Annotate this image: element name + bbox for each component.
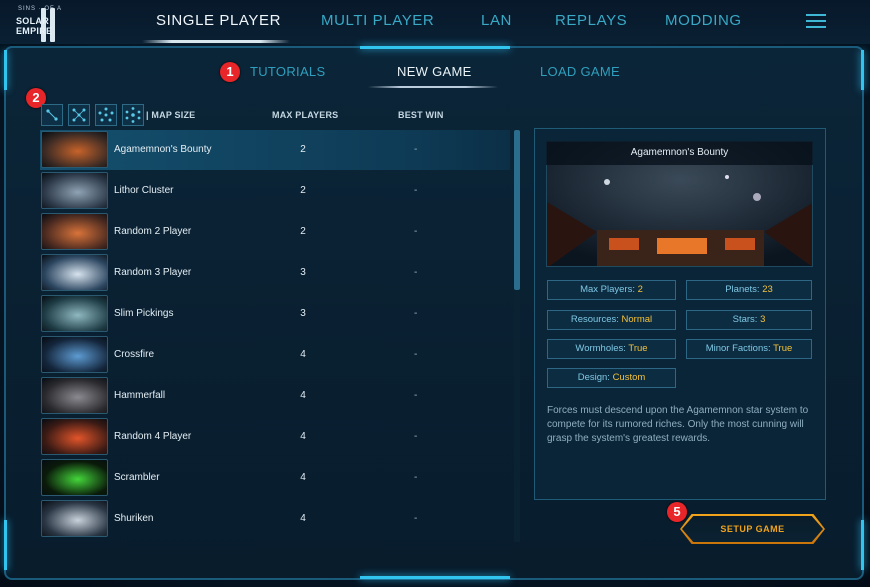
map-row[interactable]: Crossfire 4 - xyxy=(40,335,510,375)
top-navigation-bar: SINS · OF A SOLAR EMPIRE SINGLE PLAYER M… xyxy=(0,0,870,44)
map-max-players: 4 xyxy=(300,349,306,360)
map-name: Lithor Cluster xyxy=(114,185,174,196)
map-max-players: 3 xyxy=(300,267,306,278)
logo-small-text: SINS · OF A xyxy=(18,6,63,12)
map-thumbnail xyxy=(41,459,108,496)
map-thumbnail xyxy=(41,377,108,414)
map-name: Hammerfall xyxy=(114,390,166,401)
nav-lan[interactable]: LAN xyxy=(481,12,512,29)
map-name: Scrambler xyxy=(114,472,160,483)
map-row[interactable]: Random 3 Player 3 - xyxy=(40,253,510,293)
stat-wormholes: Wormholes: True xyxy=(547,339,676,359)
callout-badge-1: 1 xyxy=(220,62,240,82)
map-max-players: 2 xyxy=(300,185,306,196)
map-max-players: 4 xyxy=(300,513,306,524)
map-thumbnail xyxy=(41,336,108,373)
frame-glow-left-top xyxy=(4,50,7,90)
frame-glow-right-top xyxy=(861,50,864,90)
map-preview-title: Agamemnon's Bounty xyxy=(546,141,813,165)
stat-design: Design: Custom xyxy=(547,368,676,388)
tab-tutorials[interactable]: TUTORIALS xyxy=(250,64,325,79)
game-logo: SINS · OF A SOLAR EMPIRE xyxy=(10,4,88,42)
map-thumbnail xyxy=(41,500,108,537)
map-thumbnail xyxy=(41,418,108,455)
map-row[interactable]: Random 4 Player 4 - xyxy=(40,417,510,457)
nav-modding[interactable]: MODDING xyxy=(665,12,742,29)
stat-minor-factions: Minor Factions: True xyxy=(686,339,812,359)
map-description: Forces must descend upon the Agamemnon s… xyxy=(547,405,809,444)
map-best-win: - xyxy=(414,431,418,442)
tab-load-game[interactable]: LOAD GAME xyxy=(540,64,620,79)
tab-new-game[interactable]: NEW GAME xyxy=(397,64,472,79)
frame-glow-bottom xyxy=(360,576,510,579)
map-best-win: - xyxy=(414,390,418,401)
map-max-players: 4 xyxy=(300,472,306,483)
setup-game-button[interactable]: SETUP GAME xyxy=(680,514,825,544)
map-max-players: 4 xyxy=(300,390,306,401)
map-list: Agamemnon's Bounty 2- Lithor Cluster 2- Rand… xyxy=(40,130,510,542)
nav-replays[interactable]: REPLAYS xyxy=(555,12,627,29)
map-best-win: - xyxy=(414,144,418,155)
map-name: Agamemnon's Bounty xyxy=(114,144,212,155)
map-row[interactable]: Slim Pickings 3 - xyxy=(40,294,510,334)
nav-single-player[interactable]: SINGLE PLAYER xyxy=(156,12,281,29)
six-node-map-icon[interactable] xyxy=(95,104,117,126)
map-thumbnail xyxy=(41,131,108,168)
map-best-win: - xyxy=(414,267,418,278)
map-best-win: - xyxy=(414,308,418,319)
column-map-size[interactable]: | MAP SIZE xyxy=(146,110,195,120)
map-best-win: - xyxy=(414,349,418,360)
map-best-win: - xyxy=(414,185,418,196)
map-name: Shuriken xyxy=(114,513,154,524)
map-list-scrollbar-thumb[interactable] xyxy=(514,130,520,290)
map-max-players: 2 xyxy=(300,144,306,155)
map-name: Crossfire xyxy=(114,349,155,360)
frame-glow-right-bottom xyxy=(861,520,864,570)
map-name: Random 2 Player xyxy=(114,226,192,237)
map-row[interactable]: Lithor Cluster 2 - xyxy=(40,171,510,211)
map-name: Random 3 Player xyxy=(114,267,192,278)
active-subtab-indicator xyxy=(368,86,498,88)
hamburger-menu-icon[interactable] xyxy=(806,14,826,28)
map-max-players: 2 xyxy=(300,226,306,237)
map-thumbnail xyxy=(41,295,108,332)
column-best-win[interactable]: BEST WIN xyxy=(398,110,444,120)
stat-resources: Resources: Normal xyxy=(547,310,676,330)
stat-stars: Stars: 3 xyxy=(686,310,812,330)
logo-title: SOLAR EMPIRE xyxy=(16,16,53,36)
map-best-win: - xyxy=(414,226,418,237)
active-nav-indicator xyxy=(142,40,290,43)
map-name: Random 4 Player xyxy=(114,431,192,442)
eight-node-map-icon[interactable] xyxy=(122,104,144,126)
stat-max-players: Max Players: 2 xyxy=(547,280,676,300)
callout-badge-5: 5 xyxy=(667,502,687,522)
map-row[interactable]: Scrambler 4 - xyxy=(40,458,510,498)
game-lobby-screen: SINS · OF A SOLAR EMPIRE SINGLE PLAYER M… xyxy=(0,0,870,587)
nav-multi-player[interactable]: MULTI PLAYER xyxy=(321,12,434,29)
map-name: Slim Pickings xyxy=(114,308,174,319)
map-row[interactable]: Random 2 Player 2 - xyxy=(40,212,510,252)
map-thumbnail xyxy=(41,172,108,209)
map-best-win: - xyxy=(414,472,418,483)
setup-game-label: SETUP GAME xyxy=(682,516,823,542)
two-node-map-icon[interactable] xyxy=(41,104,63,126)
map-row[interactable]: Agamemnon's Bounty 2 - xyxy=(40,130,510,170)
map-thumbnail xyxy=(41,213,108,250)
four-node-map-icon[interactable] xyxy=(68,104,90,126)
map-max-players: 3 xyxy=(300,308,306,319)
map-row[interactable]: Hammerfall 4 - xyxy=(40,376,510,416)
frame-glow-left-bottom xyxy=(4,520,7,570)
column-max-players[interactable]: MAX PLAYERS xyxy=(272,110,338,120)
map-row[interactable]: Shuriken 4 - xyxy=(40,499,510,539)
map-thumbnail xyxy=(41,254,108,291)
map-best-win: - xyxy=(414,513,418,524)
frame-glow-top xyxy=(360,46,510,49)
map-max-players: 4 xyxy=(300,431,306,442)
stat-planets: Planets: 23 xyxy=(686,280,812,300)
